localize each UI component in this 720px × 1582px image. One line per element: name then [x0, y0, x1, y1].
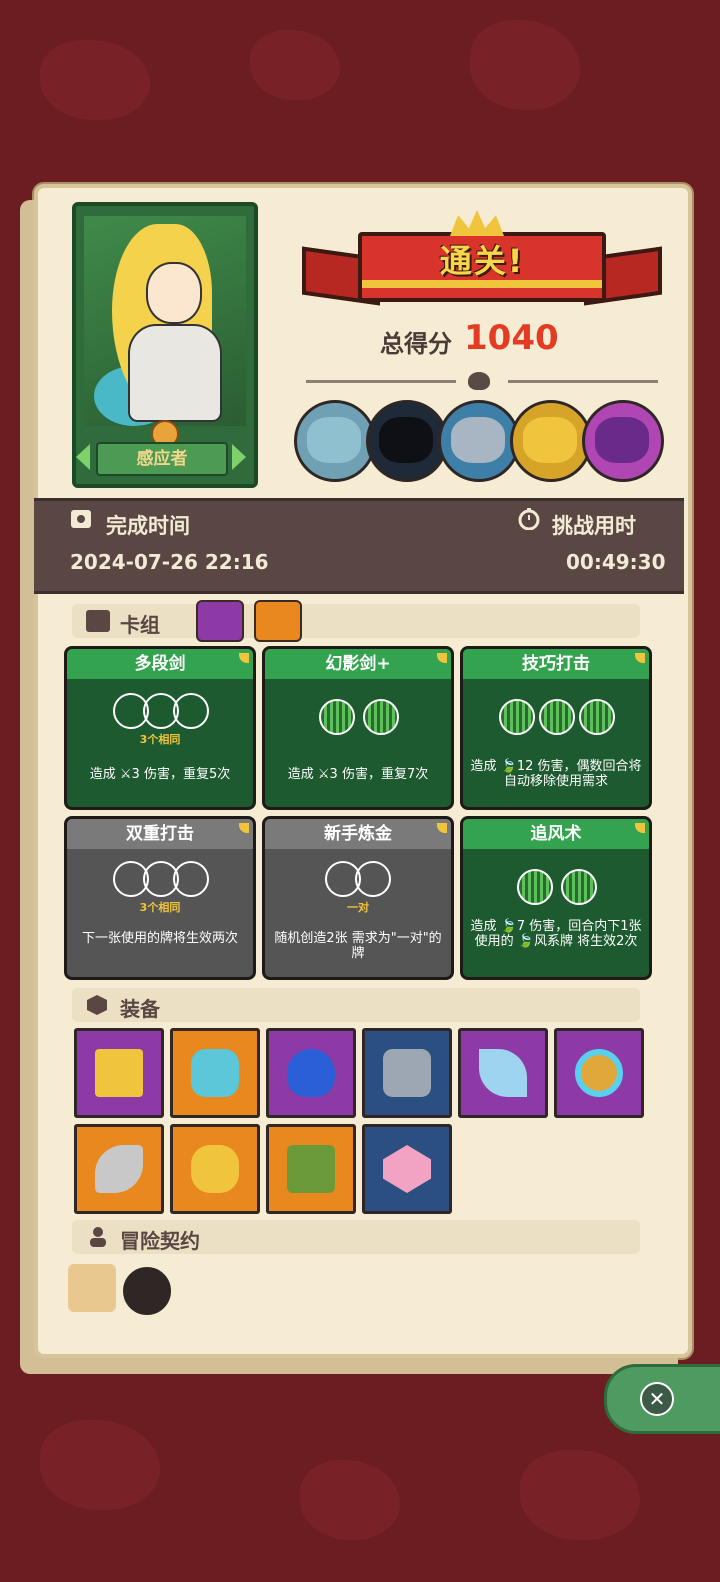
- card-description: 造成 ⚔3 伤害，重复7次: [287, 767, 429, 782]
- next-hero-arrow-icon[interactable]: [232, 444, 246, 470]
- contract-title: 冒险契约: [120, 1229, 200, 1253]
- card-double-strike[interactable]: 双重打击 3个相同 下一张使用的牌将生效两次: [64, 816, 256, 980]
- boss-demon-icon: [582, 400, 664, 482]
- hero-body: [128, 324, 222, 422]
- background-decoration: [40, 40, 150, 120]
- scroll-icon[interactable]: [68, 1264, 116, 1312]
- equipment-title: 装备: [120, 997, 160, 1021]
- card-title: 新手炼金: [265, 819, 451, 849]
- card-novice-alchemy[interactable]: 新手炼金 一对 随机创造2张 需求为"一对"的牌: [262, 816, 454, 980]
- dice-slot-filled: [517, 869, 553, 905]
- hero-name: 感应者: [96, 442, 228, 476]
- dice-slot: [173, 693, 209, 729]
- card-skill-strike[interactable]: 技巧打击 造成 🍃12 伤害，偶数回合将自动移除使用需求: [460, 646, 652, 810]
- close-icon[interactable]: ✕: [640, 1382, 674, 1416]
- card-title: 多段剑: [67, 649, 253, 679]
- divider: [508, 380, 658, 383]
- boss-crest-icon: [468, 372, 490, 390]
- dice-slot: [173, 861, 209, 897]
- banner-title: 通关!: [439, 242, 525, 280]
- pipe-icon[interactable]: [120, 1264, 174, 1318]
- card-title: 幻影剑+: [265, 649, 451, 679]
- card-title: 追风术: [463, 819, 649, 849]
- equip-gauntlet[interactable]: [362, 1028, 452, 1118]
- card-description: 下一张使用的牌将生效两次: [81, 931, 238, 946]
- background-decoration: [300, 1460, 400, 1540]
- background-decoration: [520, 1450, 640, 1540]
- card-wind-chase[interactable]: 追风术 造成 🍃7 伤害，回合内下1张使用的 🍃风系牌 将生效2次: [460, 816, 652, 980]
- horn-icon: [95, 1145, 143, 1193]
- dice-slot-filled: [499, 699, 535, 735]
- completion-value: 2024-07-26 22:16: [70, 550, 269, 574]
- score-value: 1040: [464, 318, 559, 358]
- dice-slot-filled: [561, 869, 597, 905]
- dice-slot-filled: [319, 699, 355, 735]
- deck-filter-eye-icon[interactable]: [196, 600, 244, 642]
- equip-moss-tablet[interactable]: [266, 1124, 356, 1214]
- person-icon: [90, 1227, 106, 1247]
- gem-ring-icon: [575, 1049, 623, 1097]
- gold-bars-icon: [95, 1049, 143, 1097]
- cards-icon: [86, 610, 110, 632]
- portrait-background: [84, 216, 246, 426]
- duration-label: 挑战用时: [552, 514, 636, 538]
- equip-pink-dice[interactable]: [362, 1124, 452, 1214]
- background-decoration: [40, 1420, 160, 1510]
- card-description: 造成 🍃7 伤害，回合内下1张使用的 🍃风系牌 将生效2次: [470, 919, 642, 949]
- card-description: 随机创造2张 需求为"一对"的牌: [274, 931, 442, 961]
- background-decoration: [470, 20, 580, 110]
- equip-blue-flame[interactable]: [266, 1028, 356, 1118]
- equip-gem-ring[interactable]: [554, 1028, 644, 1118]
- card-multi-sword[interactable]: 多段剑 3个相同 造成 ⚔3 伤害，重复5次: [64, 646, 256, 810]
- cube-icon: [87, 995, 107, 1015]
- completion-label: 完成时间: [106, 514, 190, 538]
- equip-crystal-shield[interactable]: [170, 1028, 260, 1118]
- stopwatch-icon: [518, 508, 540, 530]
- equip-golden-mask[interactable]: [170, 1124, 260, 1214]
- boss-shadow-beast-icon: [366, 400, 448, 482]
- hero-face: [146, 262, 202, 324]
- card-description: 造成 🍃12 伤害，偶数回合将自动移除使用需求: [470, 759, 642, 789]
- golden-mask-icon: [191, 1145, 239, 1193]
- dice-slot-filled: [539, 699, 575, 735]
- blade-hook-icon: [479, 1049, 527, 1097]
- moss-tablet-icon: [287, 1145, 335, 1193]
- crystal-shield-icon: [191, 1049, 239, 1097]
- score-label: 总得分: [380, 330, 452, 358]
- equip-horn[interactable]: [74, 1124, 164, 1214]
- card-requirement: 3个相同: [139, 901, 181, 914]
- equip-blade-hook[interactable]: [458, 1028, 548, 1118]
- clear-banner: 通关!: [300, 210, 662, 312]
- equip-gold-bars[interactable]: [74, 1028, 164, 1118]
- dice-slot: [355, 861, 391, 897]
- card-requirement: 一对: [347, 901, 369, 914]
- boss-frog-icon: [294, 400, 376, 482]
- blue-flame-icon: [287, 1049, 335, 1097]
- card-phantom-sword-plus[interactable]: 幻影剑+ 造成 ⚔3 伤害，重复7次: [262, 646, 454, 810]
- duration-value: 00:49:30: [566, 550, 666, 574]
- card-requirement: 3个相同: [139, 733, 181, 746]
- boss-pumpkin-icon: [510, 400, 592, 482]
- boss-knight-icon: [438, 400, 520, 482]
- background-decoration: [250, 30, 340, 100]
- card-description: 造成 ⚔3 伤害，重复5次: [89, 767, 231, 782]
- card-title: 技巧打击: [463, 649, 649, 679]
- dice-slot-filled: [579, 699, 615, 735]
- dice-slot-filled: [363, 699, 399, 735]
- gauntlet-icon: [383, 1049, 431, 1097]
- prev-hero-arrow-icon[interactable]: [76, 444, 90, 470]
- deck-filter-swirl-icon[interactable]: [254, 600, 302, 642]
- pink-dice-icon: [383, 1145, 431, 1193]
- divider: [306, 380, 456, 383]
- calendar-icon: [71, 510, 91, 528]
- card-title: 双重打击: [67, 819, 253, 849]
- deck-title: 卡组: [120, 613, 160, 637]
